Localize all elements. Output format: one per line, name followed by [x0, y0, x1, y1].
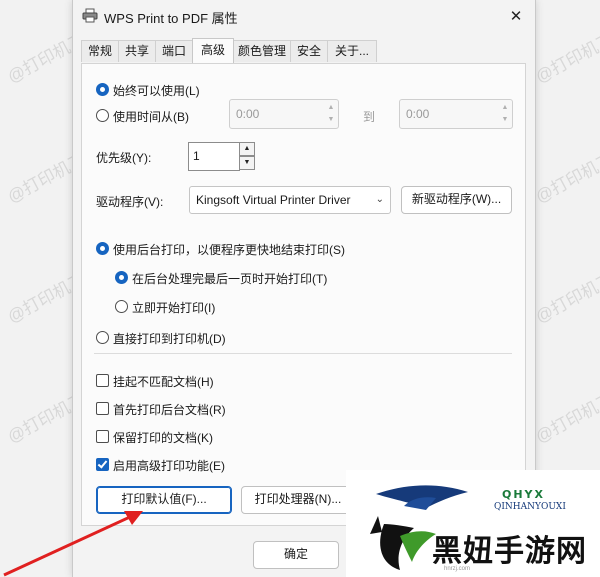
logo-brand-text: 黑妞手游网	[432, 534, 587, 569]
tab-advanced[interactable]: 高级	[192, 38, 234, 63]
logo-url: hnrzj.com	[444, 566, 471, 572]
site-logo: QHYX QINHANYOUXI 黑妞手游网 hnrzj.com	[346, 470, 600, 577]
logo-small-text: QHYX	[502, 488, 546, 501]
logo-subtitle: QINHANYOUXI	[494, 502, 566, 512]
